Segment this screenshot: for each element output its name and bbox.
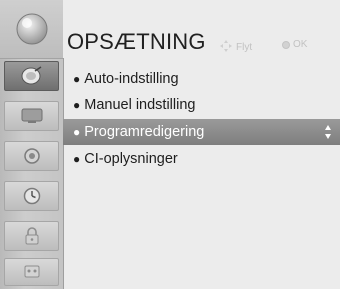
sidebar-item-picture[interactable] [4,101,59,131]
sidebar-item-setup[interactable] [4,61,59,91]
menu-item-label: CI-oplysninger [84,151,178,167]
menu-item-ci-info[interactable]: ● CI-oplysninger [63,146,340,172]
options-icon [22,263,42,281]
menu-item-label: Manuel indstilling [84,97,196,113]
ok-hint: OK [282,39,307,50]
navigation-arrows-icon [219,39,233,56]
menu-item-label: Programredigering [84,124,205,140]
time-clock-icon [22,186,42,206]
menu-item-manual-tuning[interactable]: ● Manuel indstilling [63,92,340,118]
sidebar-item-options[interactable] [4,258,59,286]
move-hint-label: Flyt [236,42,253,53]
setup-satellite-icon [20,65,44,87]
move-hint: Flyt [219,39,252,56]
ok-button-icon [282,40,290,49]
ok-hint-label: OK [293,39,308,50]
picture-icon [20,107,44,125]
audio-icon [22,146,42,166]
sidebar-item-audio[interactable] [4,141,59,171]
tv-logo-icon [0,0,63,59]
up-down-arrows-icon [324,124,332,144]
tv-setup-menu: OPSÆTNING Flyt OK ● Auto-indstilling ● M… [0,0,340,289]
menu-item-auto-tuning[interactable]: ● Auto-indstilling [63,66,340,92]
sidebar-item-time[interactable] [4,181,59,211]
menu-item-program-edit[interactable]: ● Programredigering [63,119,340,145]
menu-item-label: Auto-indstilling [84,71,179,87]
menu-header: OPSÆTNING Flyt OK [63,0,340,58]
sidebar-item-lock[interactable] [4,221,59,251]
page-title: OPSÆTNING [67,29,206,54]
category-sidebar [0,0,64,289]
lock-icon [23,226,41,246]
